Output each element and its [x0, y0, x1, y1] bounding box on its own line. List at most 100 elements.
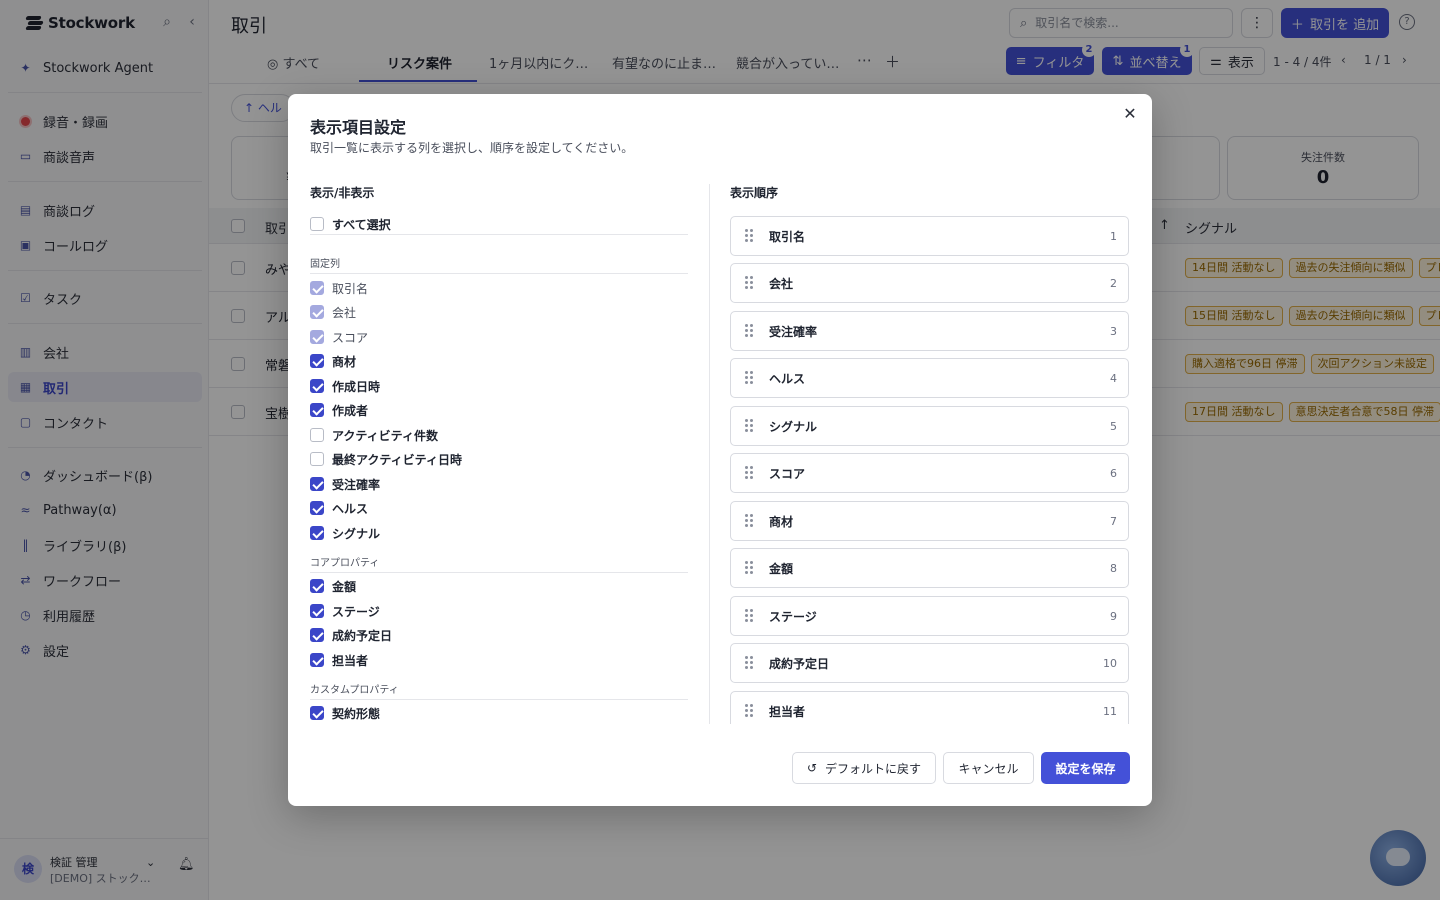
column-toggle[interactable]: 金額	[310, 577, 356, 595]
checkbox-checked[interactable]	[310, 604, 324, 618]
drag-handle-icon[interactable]	[745, 229, 753, 243]
drag-handle-icon[interactable]	[745, 324, 753, 338]
checkbox-label: 取引名	[332, 281, 369, 296]
order-item-label: 金額	[769, 562, 794, 576]
checkbox-checked[interactable]	[310, 477, 324, 491]
checkbox-checked[interactable]	[310, 526, 324, 540]
drag-handle-icon[interactable]	[745, 609, 753, 623]
checkbox-label: すべて選択	[332, 217, 391, 232]
order-item-number: 10	[1103, 657, 1117, 670]
drag-handle-icon[interactable]	[745, 419, 753, 433]
reset-label: デフォルトに戻す	[825, 761, 922, 776]
column-toggle[interactable]: 担当者	[310, 651, 368, 669]
order-item-number: 8	[1110, 562, 1117, 575]
order-item[interactable]: 会社 2	[730, 263, 1129, 303]
checkbox-checked[interactable]	[310, 501, 324, 515]
order-item-number: 1	[1110, 230, 1117, 243]
checkbox-label: アクティビティ件数	[332, 428, 438, 443]
checkbox-label: 作成者	[332, 403, 369, 418]
checkbox-label: 受注確率	[332, 477, 381, 492]
drag-handle-icon[interactable]	[745, 466, 753, 480]
checkbox-checked[interactable]	[310, 653, 324, 667]
group-label-custom: カスタムプロパティ	[310, 681, 688, 700]
order-item-label: スコア	[769, 467, 806, 481]
checkbox-unchecked[interactable]	[310, 452, 324, 466]
drag-handle-icon[interactable]	[745, 704, 753, 718]
checkbox-checked[interactable]	[310, 628, 324, 642]
column-toggle: 取引名	[310, 279, 368, 297]
column-toggle[interactable]: 作成者	[310, 401, 368, 419]
drag-handle-icon[interactable]	[745, 656, 753, 670]
column-toggle[interactable]: 契約形態	[310, 704, 380, 722]
visibility-panel: 表示/非表示 すべて選択 固定列 取引名 会社 スコア 商材 作成日時 作成者 …	[310, 182, 688, 724]
order-item-number: 11	[1103, 705, 1117, 718]
order-item-label: シグナル	[769, 420, 818, 434]
order-item-label: 商材	[769, 515, 794, 529]
checkbox-unchecked[interactable]	[310, 428, 324, 442]
checkbox-label: スコア	[332, 330, 369, 345]
column-toggle[interactable]: シグナル	[310, 524, 380, 542]
column-toggle[interactable]: アクティビティ件数	[310, 426, 438, 444]
checkbox-label: 成約予定日	[332, 628, 393, 643]
drag-handle-icon[interactable]	[745, 514, 753, 528]
checkbox-checked[interactable]	[310, 379, 324, 393]
order-item[interactable]: シグナル 5	[730, 406, 1129, 446]
order-item-number: 4	[1110, 372, 1117, 385]
order-item-label: 受注確率	[769, 325, 818, 339]
checkbox-checked[interactable]	[310, 403, 324, 417]
checkbox-locked	[310, 305, 324, 319]
group-label-core: コアプロパティ	[310, 554, 688, 573]
order-item-number: 9	[1110, 610, 1117, 623]
order-item[interactable]: 取引名 1	[730, 216, 1129, 256]
column-divider	[709, 184, 710, 724]
checkbox-label: 金額	[332, 579, 357, 594]
group-label-fixed: 固定列	[310, 255, 688, 274]
order-item[interactable]: 担当者 11	[730, 691, 1129, 724]
order-item[interactable]: ステージ 9	[730, 596, 1129, 636]
column-toggle[interactable]: 最終アクティビティ日時	[310, 450, 462, 468]
column-toggle: スコア	[310, 328, 368, 346]
checkbox-checked[interactable]	[310, 579, 324, 593]
checkbox-label: ヘルス	[332, 501, 369, 516]
column-toggle[interactable]: 作成日時	[310, 377, 380, 395]
select-all-checkbox-row[interactable]: すべて選択	[310, 215, 391, 233]
drag-handle-icon[interactable]	[745, 561, 753, 575]
checkbox-locked	[310, 281, 324, 295]
order-item-label: 取引名	[769, 230, 806, 244]
checkbox-locked	[310, 330, 324, 344]
column-toggle[interactable]: ステージ	[310, 602, 380, 620]
drag-handle-icon[interactable]	[745, 276, 753, 290]
cancel-button[interactable]: キャンセル	[943, 752, 1034, 784]
order-item-label: 会社	[769, 277, 794, 291]
checkbox-label: 最終アクティビティ日時	[332, 452, 462, 467]
order-item[interactable]: 成約予定日 10	[730, 643, 1129, 683]
reset-default-button[interactable]: ↺ デフォルトに戻す	[792, 752, 936, 784]
order-item-label: 成約予定日	[769, 657, 830, 671]
checkbox-checked[interactable]	[310, 354, 324, 368]
order-item-number: 2	[1110, 277, 1117, 290]
column-toggle[interactable]: ヘルス	[310, 499, 368, 517]
checkbox-label: シグナル	[332, 526, 381, 541]
visibility-heading: 表示/非表示	[310, 186, 375, 200]
save-settings-button[interactable]: 設定を保存	[1041, 752, 1130, 784]
dialog-description: 取引一覧に表示する列を選択し、順序を設定してください。	[310, 141, 634, 155]
order-item-number: 7	[1110, 515, 1117, 528]
close-icon[interactable]: ✕	[1122, 106, 1138, 122]
order-item[interactable]: スコア 6	[730, 453, 1129, 493]
order-item-label: 担当者	[769, 705, 806, 719]
drag-handle-icon[interactable]	[745, 371, 753, 385]
order-item[interactable]: 商材 7	[730, 501, 1129, 541]
select-all-checkbox[interactable]	[310, 217, 324, 231]
order-item[interactable]: 金額 8	[730, 548, 1129, 588]
column-toggle[interactable]: 商材	[310, 352, 356, 370]
checkbox-checked[interactable]	[310, 706, 324, 720]
checkbox-label: 会社	[332, 305, 357, 320]
column-toggle[interactable]: 受注確率	[310, 475, 380, 493]
divider	[310, 234, 688, 235]
order-item-label: ヘルス	[769, 372, 806, 386]
order-item-number: 6	[1110, 467, 1117, 480]
column-toggle[interactable]: 成約予定日	[310, 626, 392, 644]
order-item[interactable]: ヘルス 4	[730, 358, 1129, 398]
order-panel[interactable]: 表示順序 取引名 1 会社 2 受注確率 3 ヘルス 4 シグナル 5 スコア …	[730, 182, 1130, 724]
order-item[interactable]: 受注確率 3	[730, 311, 1129, 351]
